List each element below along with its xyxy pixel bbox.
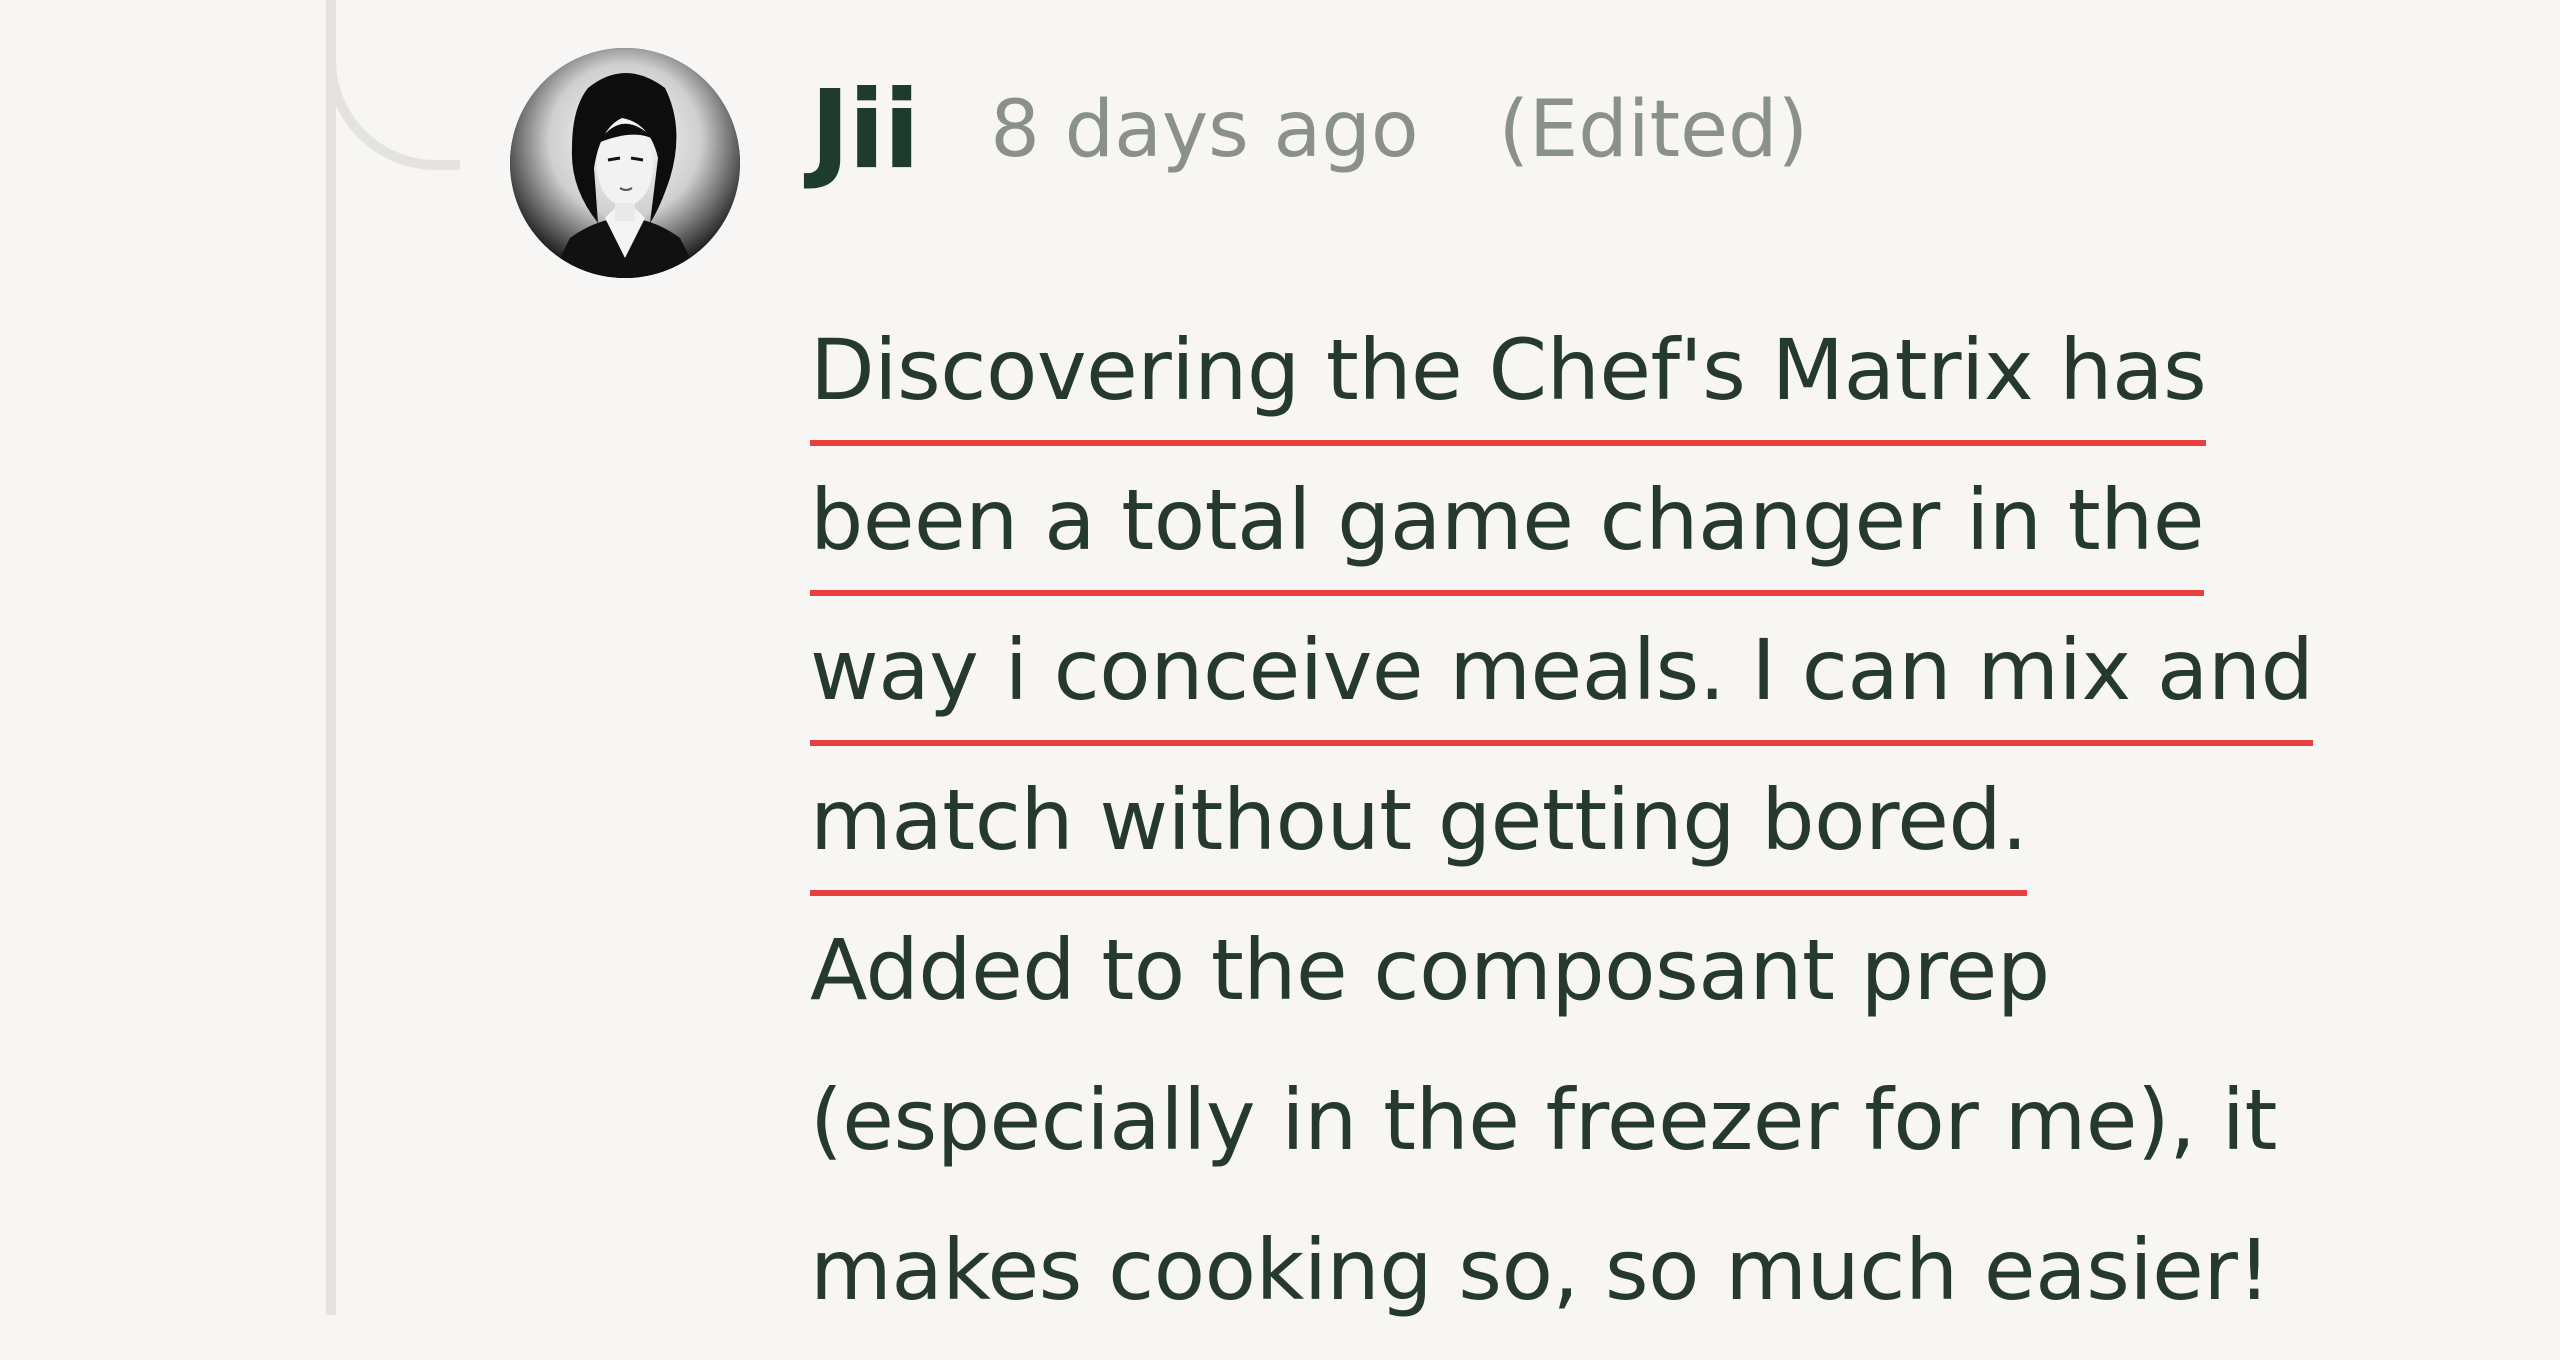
comment-line: makes cooking so, so much easier! [810,1210,2310,1360]
comment-timestamp[interactable]: 8 days ago [990,85,1418,175]
comment-line: match without getting bored. [810,760,2310,910]
user-avatar-illustration [510,48,740,278]
comment-line: way i conceive meals. I can mix and [810,610,2314,760]
avatar[interactable] [510,48,740,278]
comment-line: Added to the composant prep [810,910,2310,1060]
comment-line-text: makes cooking so, so much easier! [810,1221,2271,1319]
comment-line: Discovering the Chef's Matrix has [810,310,2310,460]
comment-line-text: Discovering the Chef's Matrix has [810,310,2207,446]
comment-body: Discovering the Chef's Matrix has been a… [810,310,2314,1360]
comment-line: been a total game changer in the [810,460,2310,610]
comment-header: Jii 8 days ago (Edited) [810,68,1809,193]
comment-line-text: Added to the composant prep [810,921,2050,1019]
thread-line [326,0,336,1315]
reply-connector [326,0,460,170]
comment-line-text: match without getting bored. [810,760,2028,896]
comment-line-text: (especially in the freezer for me), it [810,1071,2277,1169]
comment-line: (especially in the freezer for me), it [810,1060,2310,1210]
edited-label: (Edited) [1498,85,1809,175]
comment-line-text: been a total game changer in the [810,460,2205,596]
author-name[interactable]: Jii [810,68,920,193]
comment-line-text: way i conceive meals. I can mix and [810,610,2314,746]
